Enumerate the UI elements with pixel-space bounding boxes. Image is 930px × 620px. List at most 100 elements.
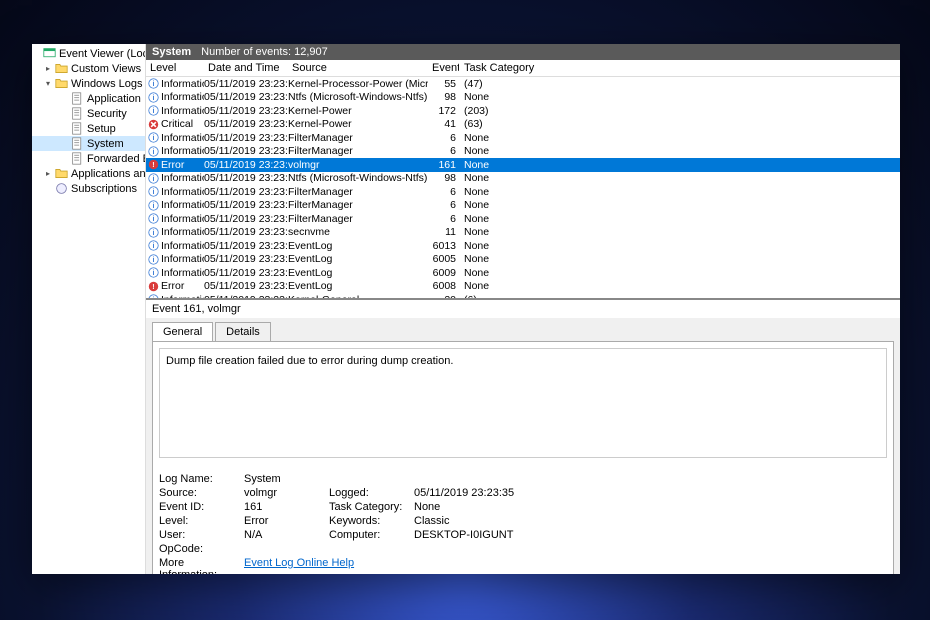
- tree-item-label: System: [87, 138, 124, 150]
- detail-body: Dump file creation failed due to error d…: [152, 341, 894, 574]
- tree-item-subscriptions[interactable]: Subscriptions: [32, 181, 145, 196]
- information-icon: i: [148, 227, 159, 238]
- svg-text:i: i: [153, 257, 155, 264]
- tree-item-label: Subscriptions: [71, 183, 137, 195]
- information-icon: i: [148, 267, 159, 278]
- svg-text:i: i: [153, 203, 155, 210]
- information-icon: i: [148, 132, 159, 143]
- log-icon: [71, 107, 84, 120]
- tree-item-forwarded-events[interactable]: Forwarded Events: [32, 151, 145, 166]
- event-row[interactable]: iInformation05/11/2019 23:23:35secnvme11…: [146, 226, 900, 240]
- tab-details[interactable]: Details: [215, 322, 271, 341]
- event-row[interactable]: iInformation05/11/2019 23:23:37EventLog6…: [146, 239, 900, 253]
- information-icon: i: [148, 105, 159, 116]
- information-icon: i: [148, 240, 159, 251]
- grid-header[interactable]: Level Date and Time Source Event ID Task…: [146, 60, 900, 77]
- tree-item-label: Applications and Services Lo: [71, 168, 146, 180]
- tree-item-event-viewer-local-[interactable]: Event Viewer (Local): [32, 46, 145, 61]
- col-source[interactable]: Source: [288, 60, 428, 76]
- detail-pane: Event 161, volmgr General Details Dump f…: [146, 298, 900, 574]
- svg-text:i: i: [153, 176, 155, 183]
- svg-text:!: !: [152, 162, 154, 169]
- event-row[interactable]: iInformation05/11/2019 23:23:35FilterMan…: [146, 199, 900, 213]
- tree-item-application[interactable]: Application: [32, 91, 145, 106]
- svg-text:i: i: [153, 81, 155, 88]
- tree-item-label: Custom Views: [71, 63, 141, 75]
- log-title: System: [152, 46, 191, 58]
- event-row[interactable]: iInformation05/11/2019 23:23:35Kernel-Pr…: [146, 77, 900, 91]
- tree-item-custom-views[interactable]: ▸ Custom Views: [32, 61, 145, 76]
- information-icon: i: [148, 173, 159, 184]
- log-icon: [71, 92, 84, 105]
- event-row[interactable]: Critical05/11/2019 23:23:35Kernel-Power4…: [146, 118, 900, 132]
- log-icon: [71, 137, 84, 150]
- detail-properties: Log Name: System Source: volmgr Logged: …: [159, 472, 887, 574]
- tab-general[interactable]: General: [152, 322, 213, 341]
- svg-text:i: i: [153, 189, 155, 196]
- information-icon: i: [148, 200, 159, 211]
- svg-text:!: !: [152, 284, 154, 291]
- tree-item-label: Application: [87, 93, 141, 105]
- folder-icon: [55, 77, 68, 90]
- log-header: System Number of events: 12,907: [146, 44, 900, 60]
- svg-text:i: i: [153, 297, 155, 298]
- information-icon: i: [148, 186, 159, 197]
- tree-item-setup[interactable]: Setup: [32, 121, 145, 136]
- tree-item-applications-and-services-lo[interactable]: ▸ Applications and Services Lo: [32, 166, 145, 181]
- svg-text:i: i: [153, 230, 155, 237]
- tree-toggle-icon[interactable]: ▸: [46, 169, 55, 178]
- event-row[interactable]: iInformation05/11/2019 23:23:35Kernel-Po…: [146, 104, 900, 118]
- event-row[interactable]: iInformation05/11/2019 23:23:35Ntfs (Mic…: [146, 172, 900, 186]
- svg-text:i: i: [153, 149, 155, 156]
- tree-item-label: Event Viewer (Local): [59, 48, 146, 60]
- error-icon: !: [148, 281, 159, 292]
- svg-text:i: i: [153, 95, 155, 102]
- svg-text:i: i: [153, 243, 155, 250]
- event-grid[interactable]: Level Date and Time Source Event ID Task…: [146, 60, 900, 298]
- folder-icon: [55, 62, 68, 75]
- viewer-icon: [43, 47, 56, 60]
- event-row[interactable]: iInformation05/11/2019 23:23:35FilterMan…: [146, 145, 900, 159]
- svg-text:i: i: [153, 135, 155, 142]
- tree-toggle-icon[interactable]: ▸: [46, 64, 55, 73]
- information-icon: i: [148, 213, 159, 224]
- tree-item-label: Windows Logs: [71, 78, 143, 90]
- information-icon: i: [148, 146, 159, 157]
- event-row[interactable]: iInformation05/11/2019 23:23:35Ntfs (Mic…: [146, 91, 900, 105]
- event-row[interactable]: !Error05/11/2019 23:23:37EventLog6008Non…: [146, 280, 900, 294]
- error-icon: !: [148, 159, 159, 170]
- event-row[interactable]: iInformation05/11/2019 23:23:35FilterMan…: [146, 185, 900, 199]
- svg-text:i: i: [153, 216, 155, 223]
- tree-item-label: Forwarded Events: [87, 153, 146, 165]
- detail-title: Event 161, volmgr: [146, 300, 900, 318]
- event-row[interactable]: iInformation05/11/2019 23:23:37EventLog6…: [146, 253, 900, 267]
- tree-item-label: Security: [87, 108, 127, 120]
- col-date[interactable]: Date and Time: [204, 60, 288, 76]
- event-row[interactable]: !Error05/11/2019 23:23:35volmgr161None: [146, 158, 900, 172]
- col-event-id[interactable]: Event ID: [428, 60, 460, 76]
- tree-toggle-icon[interactable]: ▾: [46, 79, 55, 88]
- critical-icon: [148, 119, 159, 130]
- tree-item-security[interactable]: Security: [32, 106, 145, 121]
- svg-text:i: i: [153, 108, 155, 115]
- event-row[interactable]: iInformation05/11/2019 23:23:37EventLog6…: [146, 266, 900, 280]
- event-row[interactable]: iInformation05/11/2019 23:23:35FilterMan…: [146, 131, 900, 145]
- tree-item-system[interactable]: System: [32, 136, 145, 151]
- online-help-link[interactable]: Event Log Online Help: [244, 557, 354, 569]
- event-row[interactable]: iInformation05/11/2019 23:23:33Kernel-Ge…: [146, 293, 900, 298]
- log-icon: [71, 122, 84, 135]
- detail-message: Dump file creation failed due to error d…: [159, 348, 887, 458]
- navigation-tree[interactable]: Event Viewer (Local) ▸ Custom Views ▾ Window…: [32, 44, 146, 574]
- tree-item-windows-logs[interactable]: ▾ Windows Logs: [32, 76, 145, 91]
- folder-icon: [55, 167, 68, 180]
- event-row[interactable]: iInformation05/11/2019 23:23:35FilterMan…: [146, 212, 900, 226]
- log-icon: [71, 152, 84, 165]
- event-count: Number of events: 12,907: [201, 46, 328, 58]
- information-icon: i: [148, 254, 159, 265]
- col-task[interactable]: Task Category: [460, 60, 540, 76]
- information-icon: i: [148, 92, 159, 103]
- detail-tabs: General Details: [152, 322, 894, 341]
- col-level[interactable]: Level: [146, 60, 204, 76]
- content-pane: System Number of events: 12,907 Level Da…: [146, 44, 900, 574]
- svg-text:i: i: [153, 270, 155, 277]
